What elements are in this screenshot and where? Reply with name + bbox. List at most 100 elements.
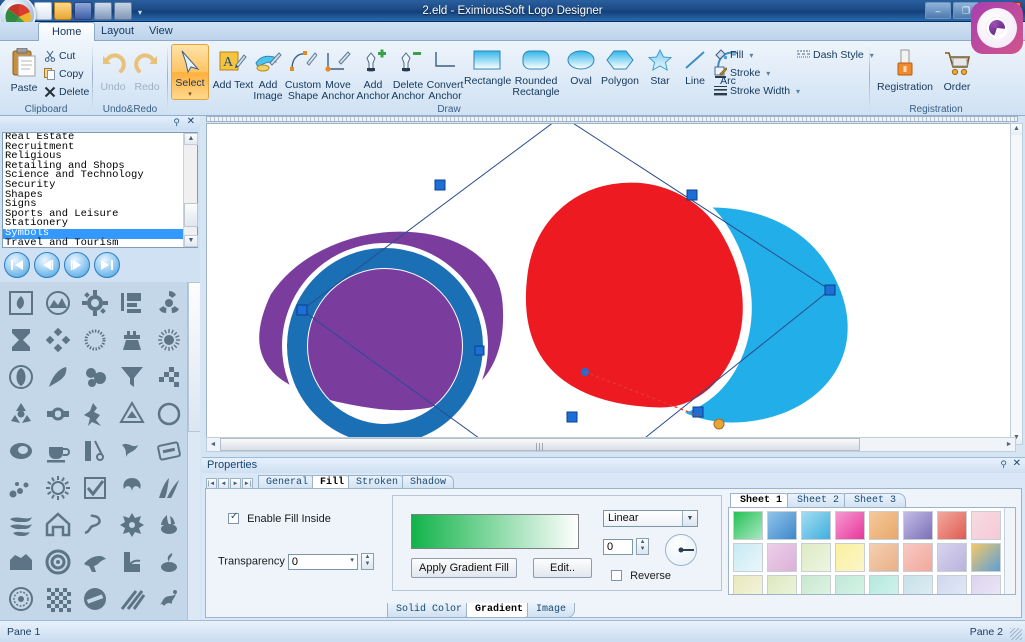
cut-button[interactable]: Cut [44,49,75,64]
gradient-swatch[interactable] [733,575,763,594]
tab-image[interactable]: Image [527,603,576,618]
rounded-rectangle-button[interactable]: Rounded Rectangle [510,47,562,98]
gradient-swatch-grid[interactable] [728,507,1016,595]
select-dropdown-icon[interactable]: ▾ [172,89,208,100]
feather-icon[interactable] [39,358,76,395]
oval-button[interactable]: Oval [562,47,600,87]
canvas-scroll-right-icon[interactable]: ► [1003,438,1015,451]
gradient-type-select[interactable]: Linear ▼ [603,510,698,527]
angle-dial[interactable] [665,534,697,566]
tab-sheet-2[interactable]: Sheet 2 [787,493,850,508]
hourglass-icon[interactable] [2,321,39,358]
drawing-canvas[interactable] [206,123,1014,445]
fill-button[interactable]: Fill ▾ [714,48,753,63]
next-page-button[interactable] [64,252,90,278]
category-scroll-up-icon[interactable]: ▲ [184,133,198,145]
gear-icon[interactable] [76,284,113,321]
biohazard-icon[interactable] [150,284,187,321]
angle-spin-down[interactable]: ▼ [637,546,648,553]
checkbox-tick-icon[interactable] [76,469,113,506]
split-leaf-circle-icon[interactable] [2,358,39,395]
add-file-icon[interactable] [114,2,132,20]
triangle-emblem-icon[interactable] [113,395,150,432]
gradient-swatch[interactable] [937,543,967,572]
oval-swirl-icon[interactable] [2,432,39,469]
stroke-dropdown-icon[interactable]: ▾ [766,69,770,78]
customize-qat-icon[interactable]: ▾ [134,3,146,19]
smoke-pot-icon[interactable] [150,543,187,580]
category-item[interactable]: Travel and Tourism [3,237,183,247]
arch-gate-icon[interactable] [39,506,76,543]
edit-gradient-button[interactable]: Edit.. [533,558,593,578]
properties-pin-icon[interactable]: ⚲ [1000,459,1007,470]
radiant-sun-icon[interactable] [150,321,187,358]
delete-button[interactable]: Delete [44,85,89,100]
symbol-scroll-thumb[interactable] [188,282,200,432]
chinese-dragon-icon[interactable] [150,580,187,617]
export-file-icon[interactable] [94,2,112,20]
order-button[interactable]: Order [937,47,977,93]
gradient-preview[interactable] [411,514,579,549]
canvas-hscroll-thumb[interactable]: ||| [220,438,860,451]
tab-view[interactable]: View [136,22,186,41]
moon-circle-icon[interactable] [150,395,187,432]
reverse-row[interactable]: Reverse [611,570,671,582]
gradient-type-dropdown-icon[interactable]: ▼ [682,511,697,526]
stroke-width-button[interactable]: Stroke Width ▾ [714,84,800,99]
aztec-star-icon[interactable] [113,506,150,543]
gradient-swatch[interactable] [937,575,967,594]
gradient-swatch[interactable] [767,575,797,594]
funnel-triangle-icon[interactable] [113,358,150,395]
previous-page-button[interactable] [34,252,60,278]
diamond-card-icon[interactable] [150,432,187,469]
cliff-figure-icon[interactable] [113,543,150,580]
symbol-scrollbar[interactable] [187,282,200,620]
rotate-handle[interactable] [713,418,725,430]
bubbles-icon[interactable] [2,469,39,506]
stroke-width-dropdown-icon[interactable]: ▾ [796,87,800,96]
tab-gradient[interactable]: Gradient [466,603,533,618]
registration-button[interactable]: Registration [875,47,935,93]
category-scrollbar[interactable]: ▲ ▼ [183,133,198,247]
gradient-swatch[interactable] [903,511,933,540]
paste-button[interactable]: Paste [4,46,44,94]
tab-sheet-3[interactable]: Sheet 3 [844,493,907,508]
gradient-swatch[interactable] [835,511,865,540]
open-file-icon[interactable] [54,2,72,20]
polygon-button[interactable]: Polygon [598,47,642,87]
no-entry-icon[interactable] [76,580,113,617]
handle-top-left[interactable] [434,179,446,191]
castle-tower-icon[interactable] [113,321,150,358]
symbol-grid[interactable] [2,284,187,617]
target-rings-icon[interactable] [39,543,76,580]
angle-value[interactable]: 0 [603,538,633,555]
fill-dropdown-icon[interactable]: ▾ [749,51,753,60]
gradient-swatch[interactable] [903,575,933,594]
splash-blob-icon[interactable] [76,358,113,395]
tab-stroken[interactable]: Stroken [348,475,407,489]
angle-spin-up[interactable]: ▲ [637,539,648,546]
radiation-icon[interactable] [2,395,39,432]
gradient-swatch[interactable] [937,511,967,540]
transparency-spinner[interactable]: ▲ ▼ [360,553,374,570]
mountain-circle-icon[interactable] [39,284,76,321]
red-petal[interactable] [517,173,752,417]
category-scroll-thumb[interactable] [184,203,198,227]
canvas-scroll-up-icon[interactable]: ▲ [1011,124,1022,135]
gradient-swatch[interactable] [767,511,797,540]
aztec-calendar-icon[interactable] [2,580,39,617]
gradient-swatch[interactable] [869,543,899,572]
copy-button[interactable]: Copy [44,67,84,82]
gradient-swatch[interactable] [869,575,899,594]
four-diamonds-icon[interactable] [39,321,76,358]
gradient-swatch[interactable] [801,511,831,540]
tab-home[interactable]: Home [38,22,96,41]
canvas-horizontal-scrollbar[interactable]: ◄ ||| ► [206,437,1016,452]
gradient-swatch[interactable] [767,543,797,572]
convert-anchor-button[interactable]: Convert Anchor [421,47,469,102]
handle-top-right[interactable] [686,189,698,201]
save-file-icon[interactable] [74,2,92,20]
four-petal-logo[interactable] [207,124,1014,445]
tab-solid-color[interactable]: Solid Color [387,603,472,618]
gradient-swatch[interactable] [835,543,865,572]
